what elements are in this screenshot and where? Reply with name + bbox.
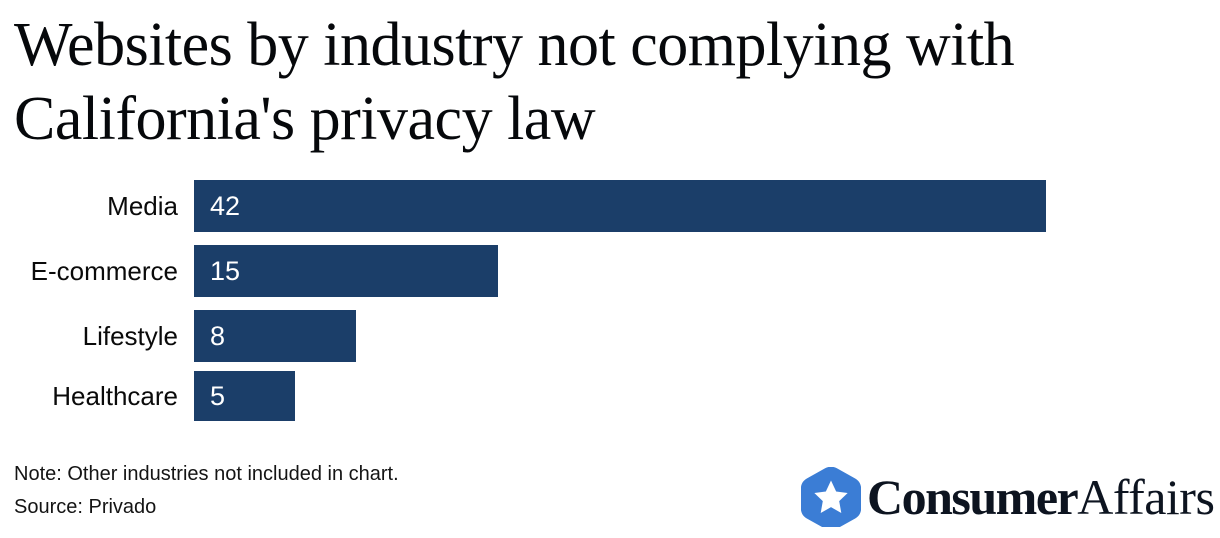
footer-notes: Note: Other industries not included in c… (14, 458, 654, 524)
bar-value-label: 5 (210, 381, 226, 411)
logo-word-affairs: Affairs (1077, 469, 1215, 525)
chart-title: Websites by industry not complying with … (14, 11, 1015, 153)
category-label: Media (107, 191, 178, 221)
category-label: Lifestyle (82, 321, 178, 351)
chart-card: Websites by industry not complying with … (0, 0, 1220, 538)
bar-row: E-commerce 15 (0, 245, 1220, 297)
bar-row: Media 42 (0, 180, 1220, 232)
consumeraffairs-logo: ConsumerAffairs (801, 466, 1215, 528)
bar-value-label: 42 (210, 191, 241, 221)
bar-e-commerce[interactable]: 15 (194, 245, 499, 297)
chart-source: Source: Privado (14, 496, 157, 518)
hexagon-star-icon (801, 467, 861, 527)
bar-media[interactable]: 42 (194, 180, 1046, 232)
bar-row: Healthcare 5 (0, 371, 1220, 421)
chart-note: Note: Other industries not included in c… (14, 463, 399, 485)
logo-word-consumer: Consumer (867, 469, 1079, 525)
logo-wordmark: ConsumerAffairs (867, 469, 1215, 525)
category-label: Healthcare (52, 381, 178, 411)
bar-row: Lifestyle 8 (0, 310, 1220, 362)
bar-healthcare[interactable]: 5 (194, 371, 296, 421)
bar-value-label: 8 (210, 321, 226, 351)
bar-value-label: 15 (210, 256, 241, 286)
category-label: E-commerce (30, 256, 178, 286)
bar-chart-plot-area: Media 42 E-commerce 15 Lifestyle 8 Healthcare 5 (0, 170, 1220, 432)
bar-lifestyle[interactable]: 8 (194, 310, 357, 362)
